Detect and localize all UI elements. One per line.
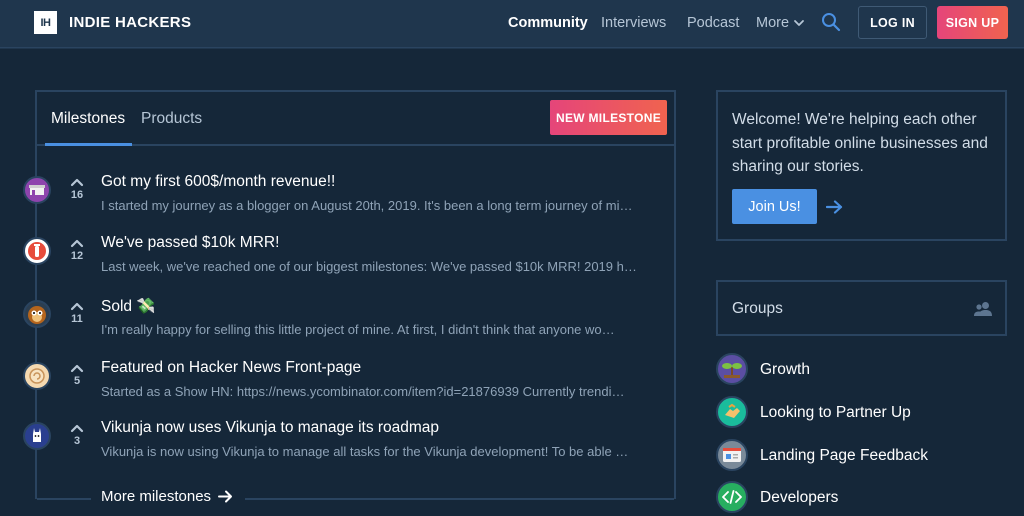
milestone-title[interactable]: Got my first 600$/month revenue!! — [101, 173, 335, 191]
users-icon — [974, 302, 992, 316]
active-tab-indicator — [45, 143, 132, 146]
upvote-icon — [70, 239, 84, 248]
browser-window-icon — [723, 448, 741, 462]
vote-count: 3 — [73, 435, 81, 447]
arrow-right-icon[interactable] — [826, 200, 843, 214]
milestone-avatar[interactable] — [23, 362, 51, 390]
upvote-control[interactable]: 3 — [65, 423, 89, 447]
welcome-box: Welcome! We're helping each other start … — [716, 90, 1007, 241]
milestone-item[interactable]: 16 Got my first 600$/month revenue!! I s… — [23, 170, 678, 226]
upvote-icon — [70, 302, 84, 311]
more-milestones-row: More milestones — [37, 488, 674, 508]
milestone-avatar[interactable] — [23, 300, 51, 328]
milestone-avatar[interactable] — [23, 237, 51, 265]
milestone-excerpt[interactable]: Started as a Show HN: https://news.ycomb… — [101, 384, 659, 399]
signup-button[interactable]: SIGN UP — [937, 6, 1008, 39]
milestone-title[interactable]: Sold 💸 — [101, 297, 156, 316]
nav-community[interactable]: Community — [508, 15, 588, 31]
milestones-panel: Milestones Products NEW MILESTONE 16 Got… — [23, 90, 678, 505]
upvote-icon — [70, 424, 84, 433]
milestone-excerpt[interactable]: I'm really happy for selling this little… — [101, 322, 659, 337]
milestone-excerpt[interactable]: I started my journey as a blogger on Aug… — [101, 198, 659, 213]
group-label: Looking to Partner Up — [760, 404, 911, 421]
vote-count: 11 — [71, 313, 83, 325]
vote-count: 5 — [73, 375, 81, 387]
nav-interviews[interactable]: Interviews — [601, 15, 666, 31]
vote-count: 16 — [70, 189, 84, 201]
milestone-excerpt[interactable]: Last week, we've reached one of our bigg… — [101, 259, 659, 274]
group-avatar — [716, 353, 748, 385]
milestone-item[interactable]: 12 We've passed $10k MRR! Last week, we'… — [23, 231, 678, 287]
login-button[interactable]: LOG IN — [858, 6, 927, 39]
more-milestones-label: More milestones — [101, 488, 212, 505]
logo[interactable]: IH INDIE HACKERS — [34, 11, 191, 34]
upvote-control[interactable]: 11 — [65, 301, 89, 325]
milestone-title[interactable]: We've passed $10k MRR! — [101, 234, 279, 252]
more-milestones-link[interactable]: More milestones — [101, 488, 233, 505]
arrow-right-icon — [218, 490, 233, 503]
vote-count: 12 — [70, 250, 84, 262]
store-icon — [29, 185, 45, 195]
upvote-control[interactable]: 5 — [65, 363, 89, 387]
new-milestone-button[interactable]: NEW MILESTONE — [550, 100, 667, 135]
group-avatar — [716, 439, 748, 471]
group-item-developers[interactable]: Developers — [716, 481, 1007, 515]
llama-icon — [33, 428, 41, 442]
group-label: Growth — [760, 361, 810, 378]
chevron-down-icon — [794, 20, 804, 26]
groups-header[interactable]: Groups — [716, 280, 1007, 336]
upvote-control[interactable]: 12 — [65, 238, 89, 262]
code-icon — [722, 490, 742, 504]
search-icon[interactable] — [821, 12, 841, 32]
group-label: Landing Page Feedback — [760, 447, 929, 464]
groups-title: Groups — [732, 300, 783, 317]
monkey-icon — [28, 306, 46, 324]
milestone-avatar[interactable] — [23, 422, 51, 450]
panel-tabs: Milestones Products NEW MILESTONE — [37, 92, 674, 146]
fire-extinguisher-icon — [28, 242, 46, 260]
group-item-landing-page-feedback[interactable]: Landing Page Feedback — [716, 439, 1007, 473]
upvote-icon — [70, 364, 84, 373]
nav-more-label: More — [756, 15, 790, 31]
welcome-text: Welcome! We're helping each other start … — [732, 111, 988, 175]
upvote-control[interactable]: 16 — [65, 177, 89, 201]
tab-products[interactable]: Products — [141, 110, 202, 128]
group-label: Developers — [760, 489, 839, 506]
upvote-icon — [70, 178, 84, 187]
spiral-icon — [29, 368, 45, 384]
milestone-item[interactable]: 5 Featured on Hacker News Front-page Sta… — [23, 356, 678, 412]
group-item-growth[interactable]: Growth — [716, 353, 1007, 387]
group-avatar — [716, 396, 748, 428]
divider — [245, 498, 674, 500]
join-us-button[interactable]: Join Us! — [732, 189, 817, 224]
tab-milestones[interactable]: Milestones — [51, 110, 125, 128]
handshake-icon — [725, 403, 740, 418]
milestone-excerpt[interactable]: Vikunja is now using Vikunja to manage a… — [101, 444, 659, 459]
milestone-item[interactable]: 3 Vikunja now uses Vikunja to manage its… — [23, 416, 678, 472]
nav-podcast[interactable]: Podcast — [687, 15, 739, 31]
milestone-title[interactable]: Vikunja now uses Vikunja to manage its r… — [101, 419, 439, 437]
nav-more[interactable]: More — [756, 15, 805, 31]
milestone-avatar[interactable] — [23, 176, 51, 204]
milestone-item[interactable]: 11 Sold 💸 I'm really happy for selling t… — [23, 294, 678, 350]
sprout-icon — [722, 363, 742, 378]
logo-mark: IH — [34, 11, 57, 34]
group-item-looking-to-partner-up[interactable]: Looking to Partner Up — [716, 396, 1007, 430]
group-avatar — [716, 481, 748, 513]
logo-text: INDIE HACKERS — [69, 14, 192, 31]
milestone-title[interactable]: Featured on Hacker News Front-page — [101, 359, 361, 377]
top-nav: IH INDIE HACKERS Community Interviews Po… — [0, 0, 1024, 48]
divider — [37, 498, 91, 500]
